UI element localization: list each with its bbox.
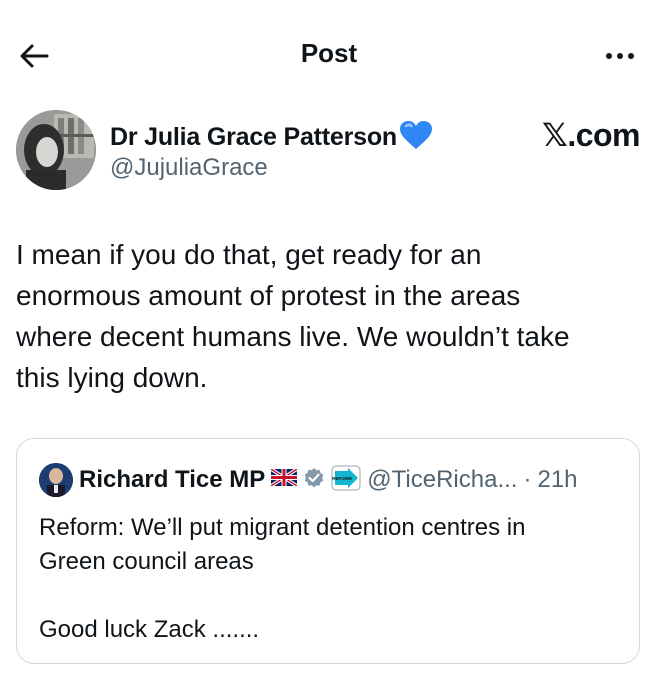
quoted-author-name[interactable]: Richard Tice MP <box>79 466 265 494</box>
quoted-avatar-photo <box>39 463 73 497</box>
avatar[interactable] <box>16 110 96 190</box>
author-name-row[interactable]: Dr Julia Grace Patterson <box>110 120 433 155</box>
quoted-post-text: Reform: We’ll put migrant detention cent… <box>39 514 526 643</box>
quoted-author-handle[interactable]: @TiceRicha... <box>367 466 517 494</box>
avatar[interactable] <box>39 463 73 497</box>
verified-badge-icon <box>303 467 325 494</box>
author-handle[interactable]: @JujuliaGrace <box>110 154 268 182</box>
reform-affiliate-text: REFORM <box>333 476 353 481</box>
top-bar: Post <box>0 0 658 108</box>
page-title: Post <box>300 38 358 68</box>
x-com-logo: 𝕏.com <box>542 117 640 153</box>
post-text: I mean if you do that, get ready for an … <box>16 239 570 393</box>
more-options-button[interactable] <box>598 36 642 76</box>
more-dot <box>617 53 623 59</box>
more-horizontal-icon <box>606 53 612 59</box>
quoted-post-header: Richard Tice MP REFORM @TiceRicha... · 2… <box>39 463 578 497</box>
reform-affiliate-icon[interactable]: REFORM <box>331 465 361 496</box>
meta-separator: · <box>523 466 532 493</box>
quoted-post-card[interactable]: Richard Tice MP REFORM @TiceRicha... · 2… <box>16 438 640 664</box>
uk-flag-icon <box>270 467 299 491</box>
more-dot <box>628 53 634 59</box>
post-timestamp[interactable]: 21h <box>537 466 577 494</box>
author-name[interactable]: Dr Julia Grace Patterson <box>110 123 397 152</box>
post-author: Dr Julia Grace Patterson @JujuliaGrace 𝕏… <box>16 110 642 192</box>
avatar-photo <box>16 110 96 190</box>
blue-heart-icon <box>399 120 433 155</box>
